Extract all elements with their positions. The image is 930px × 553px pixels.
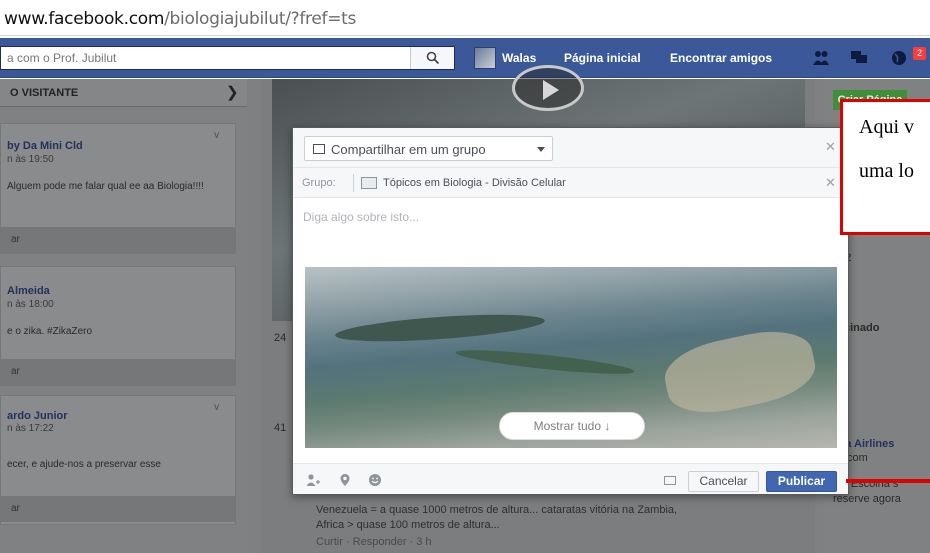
close-icon[interactable]: ✕ bbox=[825, 139, 836, 155]
group-icon bbox=[361, 177, 377, 189]
visitor-post: by Da Mini Cld n às 19:50 ∨ Alguem pode … bbox=[0, 123, 236, 254]
chevron-down-icon[interactable]: ∨ bbox=[213, 402, 220, 413]
post-footer: ar bbox=[1, 227, 235, 253]
post-footer: ar bbox=[1, 359, 235, 385]
visitor-posts-header[interactable]: O VISITANTE ❯ bbox=[0, 79, 247, 107]
comment-link[interactable]: ar bbox=[11, 503, 20, 514]
annotation-text: uma lo bbox=[859, 160, 914, 182]
comment-actions[interactable]: Curtir · Responder · 3 h bbox=[316, 535, 432, 550]
chevron-right-icon[interactable]: ❯ bbox=[226, 83, 239, 101]
group-selector-row[interactable]: Grupo: Tópicos em Biologia - Divisão Cel… bbox=[293, 168, 848, 198]
share-destination-dropdown[interactable]: Compartilhar em um grupo bbox=[304, 136, 553, 161]
post-text: e o zika. #ZikaZero bbox=[7, 326, 93, 337]
show-all-button[interactable]: Mostrar tudo ↓ bbox=[499, 412, 645, 440]
play-icon[interactable] bbox=[512, 65, 584, 111]
post-author[interactable]: by Da Mini Cld bbox=[7, 140, 83, 152]
reaction-count: 24 bbox=[274, 332, 287, 344]
annotation-callout: Aqui v uma lo bbox=[840, 99, 930, 235]
location-pin-icon[interactable] bbox=[338, 473, 352, 487]
visitor-post: Almeida n às 18:00 e o zika. #ZikaZero a… bbox=[0, 266, 236, 386]
dialog-footer: Cancelar Publicar bbox=[293, 463, 848, 494]
post-author[interactable]: Almeida bbox=[7, 285, 50, 297]
tag-friends-icon[interactable] bbox=[306, 473, 320, 487]
search-button[interactable] bbox=[410, 47, 454, 69]
share-message-input[interactable]: Diga algo sobre isto... bbox=[303, 210, 419, 224]
audience-icon[interactable] bbox=[664, 476, 676, 485]
post-author[interactable]: ardo Junior bbox=[7, 410, 68, 422]
share-destination-label: Compartilhar em um grupo bbox=[331, 142, 486, 157]
post-time[interactable]: n às 19:50 bbox=[7, 154, 54, 165]
dialog-header: Compartilhar em um grupo ✕ bbox=[293, 128, 848, 168]
post-text: ecer, e ajude-nos a preservar esse bbox=[7, 459, 161, 470]
post-time[interactable]: n às 17:22 bbox=[7, 423, 54, 434]
comment-text: Venezuela = a quase 1000 metros de altur… bbox=[316, 504, 678, 516]
post-text: Alguem pode me falar qual ee aa Biologia… bbox=[7, 181, 204, 192]
publish-button[interactable]: Publicar bbox=[766, 471, 837, 492]
visitor-post: ardo Junior n às 17:22 ∨ ecer, e ajude-n… bbox=[0, 395, 236, 525]
annotation-text: Aqui v bbox=[859, 116, 914, 138]
chevron-down-icon[interactable]: ∨ bbox=[213, 130, 220, 141]
comment-link[interactable]: ar bbox=[11, 366, 20, 377]
search-icon bbox=[426, 51, 439, 65]
search-query: a com o Prof. Jubilut bbox=[7, 51, 117, 65]
notifications-globe-icon[interactable] bbox=[890, 50, 908, 66]
comment-link[interactable]: ar bbox=[11, 234, 20, 245]
annotation-arrow bbox=[846, 479, 930, 483]
facebook-top-bar: a com o Prof. Jubilut Walas Página inici… bbox=[0, 38, 930, 78]
friend-requests-icon[interactable] bbox=[812, 50, 830, 66]
profile-link[interactable]: Walas bbox=[502, 51, 536, 65]
left-column: O VISITANTE ❯ by Da Mini Cld n às 19:50 … bbox=[0, 79, 247, 553]
divider bbox=[353, 174, 354, 192]
url-text[interactable]: www.facebook.com/biologiajubilut/?fref=t… bbox=[4, 9, 356, 29]
remove-group-icon[interactable]: ✕ bbox=[825, 175, 836, 191]
post-footer: ar bbox=[1, 496, 235, 522]
avatar[interactable] bbox=[474, 47, 496, 69]
cancel-button[interactable]: Cancelar bbox=[688, 471, 759, 492]
feeling-emoji-icon[interactable] bbox=[368, 473, 382, 487]
notification-badge: 2 bbox=[913, 47, 926, 60]
home-link[interactable]: Página inicial bbox=[564, 51, 641, 65]
search-input[interactable]: a com o Prof. Jubilut bbox=[0, 46, 455, 70]
group-label: Grupo: bbox=[302, 177, 336, 189]
messages-icon[interactable] bbox=[850, 50, 868, 66]
group-name-token[interactable]: Tópicos em Biologia - Divisão Celular bbox=[383, 177, 566, 189]
find-friends-link[interactable]: Encontrar amigos bbox=[670, 51, 772, 65]
share-dialog: Compartilhar em um grupo ✕ Grupo: Tópico… bbox=[292, 127, 849, 495]
caret-down-icon bbox=[537, 147, 545, 152]
comment-text: Africa > quase 100 metros de altura... bbox=[316, 519, 500, 531]
group-share-icon bbox=[313, 144, 325, 154]
post-time[interactable]: n às 18:00 bbox=[7, 299, 54, 310]
visitor-posts-title: O VISITANTE bbox=[10, 87, 79, 99]
comment-count: 41 bbox=[274, 422, 287, 434]
browser-url-bar[interactable]: www.facebook.com/biologiajubilut/?fref=t… bbox=[0, 0, 930, 36]
